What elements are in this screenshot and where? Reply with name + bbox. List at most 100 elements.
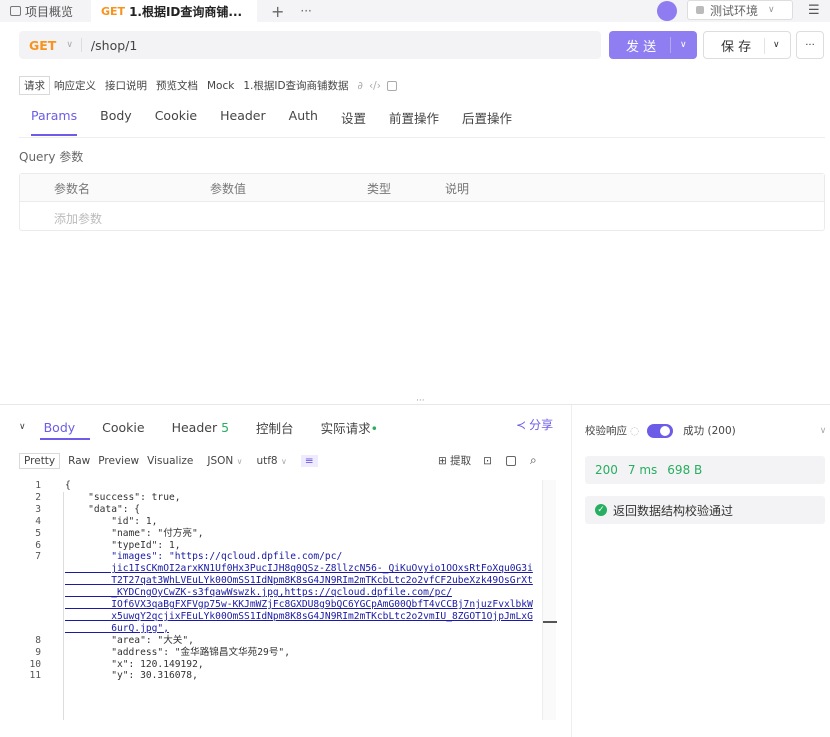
code-line: "data": { [65, 503, 141, 515]
fmt-visualize[interactable]: Visualize [147, 455, 193, 467]
tab-auth[interactable]: Auth [289, 108, 318, 138]
more-tabs-icon[interactable]: ··· [300, 4, 311, 18]
response-tools: ⊞ 提取 ⊡ ⌕ [438, 453, 537, 468]
tab-body[interactable]: Body [100, 108, 132, 138]
tab-pre-ops[interactable]: 前置操作 [389, 108, 439, 138]
tab-settings[interactable]: 设置 [341, 108, 366, 138]
tab-get-shop[interactable]: GET 1.根据ID查询商铺... [91, 0, 258, 22]
env-selector[interactable]: 测试环境 ∨ [687, 0, 793, 20]
help-icon[interactable]: ◌ [630, 425, 639, 437]
tab-post-ops[interactable]: 后置操作 [462, 108, 512, 138]
doc-tab-mock[interactable]: Mock [207, 80, 234, 92]
doc-tab-preview[interactable]: 预览文档 [156, 78, 198, 93]
copy-icon[interactable] [386, 80, 397, 91]
tab-params[interactable]: Params [31, 108, 78, 136]
code-line: T2T27qat3WhLVEuLYk00OmSS1IdNpm8K8sG4JN9R… [65, 575, 533, 587]
send-dropdown-divider [670, 37, 671, 53]
code-scrollbar[interactable] [542, 480, 556, 720]
response-time: 7 ms [627, 463, 658, 477]
code-line: "y": 30.316078, [65, 670, 198, 682]
add-tab-icon[interactable]: + [271, 2, 284, 21]
param-tabs: Params Body Cookie Header Auth 设置 前置操作 后… [19, 108, 535, 138]
doc-tab-request[interactable]: 请求 [19, 76, 50, 95]
copy-icon[interactable] [505, 455, 516, 466]
encoding-select[interactable]: utf8 ∨ [256, 455, 286, 467]
download-icon[interactable]: ⊡ [483, 455, 492, 467]
doc-tab-api-doc[interactable]: 接口说明 [105, 78, 147, 93]
code-line: "typeId": 1, [65, 539, 181, 551]
menu-icon[interactable]: ☰ [808, 3, 820, 18]
line-number: 8 [35, 634, 41, 646]
chevron-down-icon[interactable]: ∨ [66, 40, 73, 50]
resp-tab-body[interactable]: Body [44, 420, 76, 435]
code-fold-line [63, 492, 64, 720]
resp-tab-console[interactable]: 控制台 [256, 418, 294, 437]
chevron-down-icon[interactable]: ∨ [820, 426, 827, 436]
more-button[interactable]: ··· [796, 31, 824, 59]
method-select[interactable]: GET [29, 38, 56, 53]
line-number: 6 [35, 539, 41, 551]
scroll-thumb[interactable] [543, 621, 557, 623]
param-tabs-divider [19, 137, 825, 138]
send-button[interactable]: 发 送 ∨ [609, 31, 697, 59]
tab-cookie[interactable]: Cookie [155, 108, 197, 138]
code-line: { [65, 480, 71, 491]
resp-tab-actual[interactable]: 实际请求• [321, 418, 378, 437]
doc-tab-response-def[interactable]: 响应定义 [54, 78, 96, 93]
format-bar: Pretty Raw Preview Visualize JSON ∨ utf8… [19, 451, 318, 471]
share-button[interactable]: ≺ 分享 [516, 416, 553, 433]
resp-tab-cookie[interactable]: Cookie [102, 420, 144, 435]
response-size: 698 B [667, 463, 703, 477]
extract-icon: ⊞ [438, 455, 447, 467]
wrap-icon[interactable]: ≡ [300, 455, 318, 467]
url-divider [80, 38, 82, 52]
code-line: _KYDCngOyCwZK-s3fqawWswzk.jpg,https://qc… [65, 587, 452, 599]
code-line: "address": "金华路锦昌文华苑29号", [65, 646, 290, 658]
sync-icon[interactable] [657, 1, 677, 21]
line-number: 7 [35, 551, 41, 563]
line-number: 3 [35, 503, 41, 515]
api-name: 1.根据ID查询商铺数据 [243, 80, 349, 92]
code-line: jic1IsCKmOI2arxKN1Uf0Hx3PucIJH8q0QSz-Z8l… [65, 563, 533, 575]
chevron-down-icon[interactable]: ∨ [680, 40, 687, 50]
status-dot-icon: • [370, 420, 378, 436]
line-number: 9 [35, 646, 41, 658]
validate-panel-divider [571, 405, 572, 737]
add-param-input[interactable]: 添加参数 [54, 210, 102, 227]
search-icon[interactable]: ⌕ [530, 453, 537, 468]
code-icon[interactable]: ‹/› [369, 80, 381, 92]
status-code: 200 [595, 463, 618, 477]
query-table: 参数名 参数值 类型 说明 添加参数 [19, 173, 825, 231]
fmt-preview[interactable]: Preview [98, 455, 139, 467]
code-line: "name": "付方亮", [65, 527, 204, 539]
code-line: IOf6VX3qaBgFXFVgp75w-KKJmWZjFc8GXDU8g9bQ… [65, 599, 533, 610]
chevron-down-icon[interactable]: ∨ [773, 40, 780, 50]
chevron-down-icon: ∨ [280, 457, 287, 466]
validate-toggle[interactable] [647, 423, 674, 438]
status-box: 200 7 ms 698 B [585, 456, 825, 484]
fmt-pretty[interactable]: Pretty [19, 453, 61, 469]
check-circle-icon: ✓ [595, 504, 607, 516]
extract-button[interactable]: ⊞ 提取 [438, 453, 471, 468]
url-input[interactable]: /shop/1 [91, 38, 137, 53]
link-icon[interactable]: ∂ [358, 80, 363, 92]
fmt-raw[interactable]: Raw [68, 455, 90, 467]
panel-splitter[interactable] [0, 404, 830, 405]
code-line: x5uwqY2qcjixFEuLYk00OmSS1IdNpm8K8sG4JN9R… [65, 610, 533, 622]
url-bar: GET ∨ /shop/1 [19, 31, 601, 59]
save-dropdown-divider [764, 38, 765, 54]
resp-tab-header[interactable]: Header 5 [172, 420, 229, 435]
format-select[interactable]: JSON ∨ [207, 455, 242, 467]
code-line: "x": 120.149192, [65, 658, 204, 670]
save-button[interactable]: 保 存 ∨ [703, 31, 791, 59]
code-line: "images": "https://qcloud.dpfile.com/pc/ [65, 551, 343, 563]
tab-project-overview[interactable]: 项目概览 [0, 0, 83, 22]
validate-header: 校验响应 ◌ 成功 (200) ∨ [585, 423, 826, 438]
tab-header[interactable]: Header [220, 108, 266, 138]
env-icon [696, 6, 704, 14]
line-number: 11 [29, 670, 41, 682]
validate-label: 校验响应 [585, 425, 627, 437]
doc-tabs: 请求 响应定义 接口说明 预览文档 Mock 1.根据ID查询商铺数据 ∂ ‹/… [19, 76, 406, 95]
splitter-handle-icon[interactable]: ··· [416, 396, 425, 406]
collapse-icon[interactable]: ∨ [19, 422, 26, 432]
